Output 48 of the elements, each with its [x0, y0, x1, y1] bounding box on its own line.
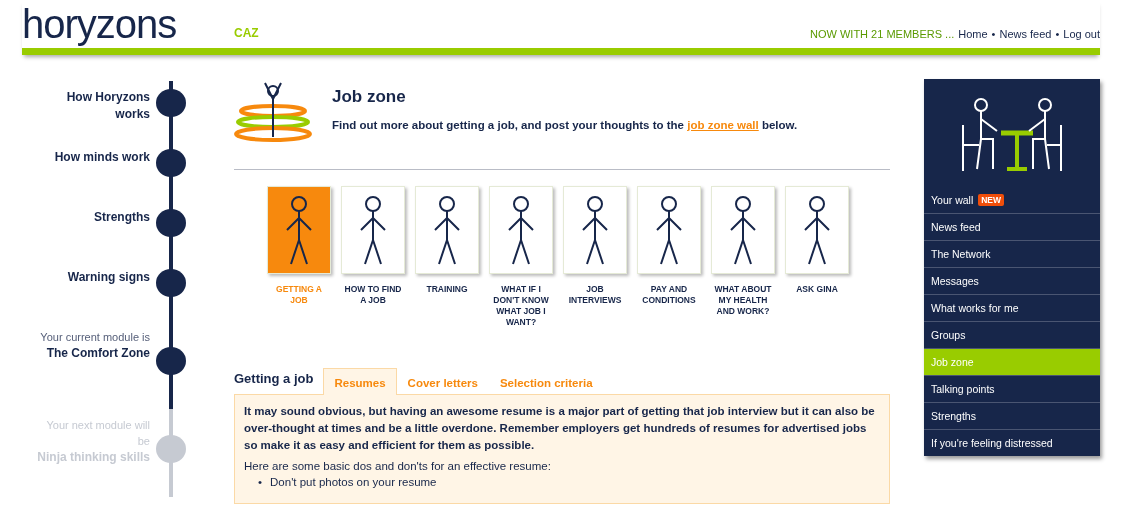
topic-tile[interactable]: TRAINING — [412, 186, 482, 364]
nav-label: If you're feeling distressed — [931, 437, 1053, 449]
header-link[interactable]: Home — [958, 28, 988, 44]
member-count: NOW WITH 21 MEMBERS ... — [810, 28, 955, 42]
nav-label: Your wall — [931, 194, 974, 206]
separator-dot: • — [1054, 28, 1061, 42]
nav-label: Messages — [931, 275, 979, 287]
nav-label: Groups — [931, 329, 966, 341]
intro-text: Find out more about getting a job, and post your thoughts to the job zone wall below. — [332, 119, 798, 131]
nav-label: News feed — [931, 221, 981, 233]
topic-tile[interactable]: PAY AND CONDITIONS — [634, 186, 704, 364]
nav-label: Job zone — [931, 356, 974, 368]
nav-item[interactable]: Strengths — [924, 402, 1100, 429]
page-title: Job zone — [332, 87, 407, 107]
module-title: Ninja thinking skills — [36, 449, 150, 466]
nav-label: What works for me — [931, 302, 1019, 314]
topic-tile[interactable]: ASK GINA — [782, 186, 852, 364]
body-text: Here are some basic dos and don'ts for an effective resume: — [244, 460, 552, 472]
topic-tile[interactable]: JOB INTERVIEWS — [560, 186, 630, 364]
nav-label: Strengths — [931, 410, 976, 422]
nav-label: Talking points — [931, 383, 995, 395]
nav-item[interactable]: Messages — [924, 267, 1100, 294]
module-title[interactable]: Strengths — [36, 209, 150, 226]
header-link[interactable]: Log out — [1063, 28, 1100, 44]
bullet-item: Don't put photos on your resume — [270, 475, 437, 490]
topic-tile[interactable]: WHAT IF I DON'T KNOW WHAT JOB I WANT? — [486, 186, 556, 364]
topic-tile[interactable]: HOW TO FIND A JOB — [338, 186, 408, 364]
nav-item[interactable]: What works for me — [924, 294, 1100, 321]
nav-item[interactable]: News feed — [924, 213, 1100, 240]
user-name: CAZ — [234, 26, 260, 42]
nav-item[interactable]: Talking points — [924, 375, 1100, 402]
topic-tile[interactable]: WHAT ABOUT MY HEALTH AND WORK? — [708, 186, 778, 364]
logo[interactable]: horyzons — [22, 4, 234, 44]
module-title[interactable]: The Comfort Zone — [36, 345, 150, 362]
separator-dot: • — [990, 28, 997, 42]
section-title: Getting a job — [234, 371, 315, 388]
module-caption: Your current module is — [39, 330, 150, 345]
nav-item[interactable]: Your wall NEW — [924, 187, 1100, 213]
module-title[interactable]: How minds work — [36, 149, 150, 166]
new-badge: NEW — [978, 194, 1005, 206]
module-title[interactable]: Warning signs — [36, 269, 150, 286]
nav-item[interactable]: If you're feeling distressed — [924, 429, 1100, 456]
module-title[interactable]: How Horyzons works — [36, 89, 150, 123]
bullet-marker: • — [258, 475, 263, 490]
lead-paragraph: It may sound obvious, but having an awesome resume is a major part of getting that job interview but it can also be over-thought at times and be a little overdone. Remember employers get hundreds of resumes for advertised jobs so make it as easy and efficient for them as possible. — [244, 404, 876, 453]
nav-label: The Network — [931, 248, 991, 260]
nav-item[interactable]: The Network — [924, 240, 1100, 267]
header-link[interactable]: News feed — [999, 28, 1052, 44]
